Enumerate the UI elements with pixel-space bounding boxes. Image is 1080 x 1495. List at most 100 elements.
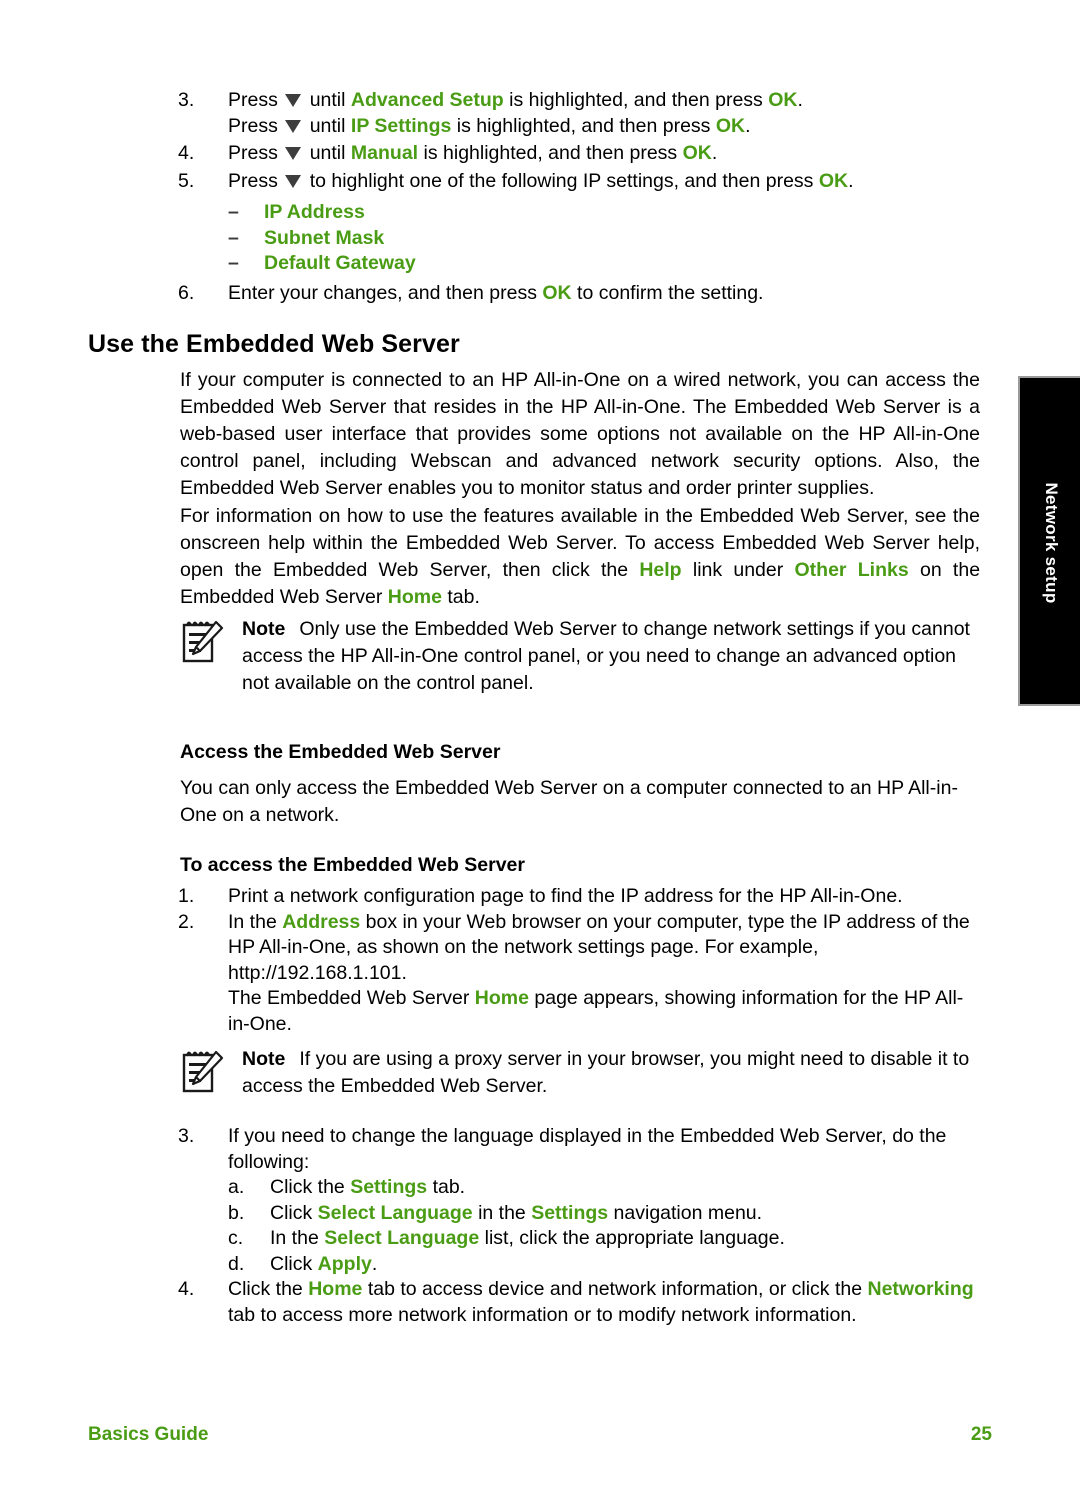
document-page: 3. Press until Advanced Setup is highlig… bbox=[0, 0, 1080, 1495]
step-number: 3. bbox=[178, 1125, 195, 1147]
button-ok: OK bbox=[542, 281, 572, 304]
list-item: – Default Gateway bbox=[228, 251, 978, 277]
footer-page-number: 25 bbox=[970, 1424, 992, 1445]
link-help: Help bbox=[639, 559, 682, 581]
step-number: 4. bbox=[178, 1278, 195, 1300]
section-other-links: Other Links bbox=[794, 559, 909, 581]
step-text-part: to highlight one of the following IP set… bbox=[309, 169, 814, 192]
step-text: Press until Advanced Setup is highlighte… bbox=[228, 88, 978, 114]
step-text-part: . bbox=[797, 89, 803, 111]
step-text-part: Press bbox=[228, 114, 278, 137]
field-address: Address bbox=[282, 910, 361, 933]
menu-item-advanced-setup: Advanced Setup bbox=[350, 89, 504, 111]
step-text-part: Click the bbox=[228, 1278, 303, 1300]
step-number: 5. bbox=[178, 169, 195, 192]
note-body-text: If you are using a proxy server in your … bbox=[242, 1048, 970, 1097]
sub-step-letter: c. bbox=[228, 1227, 244, 1249]
note-text: Note If you are using a proxy server in y… bbox=[242, 1046, 980, 1100]
step-text: Print a network configuration page to fi… bbox=[228, 885, 903, 907]
numbered-steps-access: 1. Print a network configuration page to… bbox=[178, 884, 978, 1037]
step-text-part: Press bbox=[228, 89, 278, 111]
step-text-part: to confirm the setting. bbox=[577, 281, 764, 304]
step-number: 6. bbox=[178, 281, 195, 304]
step-text-part: tab to access more network information o… bbox=[228, 1303, 857, 1326]
button-ok: OK bbox=[768, 89, 798, 111]
note-pad-pencil-icon bbox=[180, 616, 242, 673]
step-continuation: The Embedded Web Server Home page appear… bbox=[228, 986, 978, 1037]
step-text-part: . bbox=[848, 169, 854, 192]
step-text-part: is highlighted, and then press bbox=[509, 89, 763, 111]
list-item: 5. Press to highlight one of the followi… bbox=[178, 169, 978, 195]
step-text-part: . bbox=[711, 142, 718, 164]
sub-step-letter: a. bbox=[228, 1176, 245, 1198]
tab-settings: Settings bbox=[350, 1176, 428, 1198]
step-text-part: Press bbox=[228, 142, 278, 164]
step-text-part: tab to access device and network informa… bbox=[367, 1278, 863, 1300]
step-text: If you need to change the language displ… bbox=[228, 1125, 947, 1173]
button-ok: OK bbox=[818, 169, 849, 192]
side-tab-network-setup: Network setup bbox=[1018, 376, 1080, 706]
list-item: 4. Click the Home tab to access device a… bbox=[178, 1277, 978, 1328]
page-title: Use the Embedded Web Server bbox=[88, 330, 460, 358]
sub-step-text: Click the Settings tab. bbox=[270, 1175, 465, 1201]
button-apply: Apply bbox=[317, 1252, 372, 1275]
page-footer: Basics Guide 25 bbox=[88, 1424, 992, 1446]
option-ip-address: IP Address bbox=[264, 201, 365, 223]
step-text-part: is highlighted, and then press bbox=[456, 114, 711, 137]
step-text-part: In the bbox=[270, 1227, 319, 1249]
step-number: 2. bbox=[178, 910, 195, 933]
lettered-sub-steps: a. Click the Settings tab. b. Click Sele… bbox=[228, 1175, 978, 1277]
option-default-gateway: Default Gateway bbox=[264, 252, 416, 274]
step-number: 4. bbox=[178, 142, 195, 164]
step-text-part: in the bbox=[478, 1201, 526, 1224]
list-item: – Subnet Mask bbox=[228, 226, 978, 252]
sub-step-text: Click Apply. bbox=[270, 1252, 377, 1278]
footer-guide-title: Basics Guide bbox=[88, 1424, 209, 1445]
menu-item-manual: Manual bbox=[350, 142, 419, 164]
note-label: Note bbox=[242, 618, 286, 640]
step-text: In the Address box in your Web browser o… bbox=[228, 910, 978, 987]
step-text: Press until Manual is highlighted, and t… bbox=[228, 141, 978, 167]
step-text-part: Click bbox=[270, 1201, 313, 1224]
step-text-part: . bbox=[745, 114, 751, 137]
step-text-part: Enter your changes, and then press bbox=[228, 281, 537, 304]
tab-home: Home bbox=[474, 987, 529, 1009]
option-subnet-mask: Subnet Mask bbox=[264, 226, 385, 249]
sub-step-letter: b. bbox=[228, 1201, 245, 1224]
intro-paragraph: If your computer is connected to an HP A… bbox=[180, 369, 980, 499]
dash-bullet: – bbox=[228, 226, 239, 249]
list-item: d. Click Apply. bbox=[228, 1252, 978, 1278]
step-text-part: until bbox=[309, 114, 346, 137]
list-select-language: Select Language bbox=[324, 1227, 480, 1249]
subsection-heading-access: Access the Embedded Web Server bbox=[180, 741, 501, 763]
note-pad-pencil-icon bbox=[180, 1046, 242, 1103]
down-arrow-icon bbox=[285, 119, 302, 133]
step-text-part: The Embedded Web Server bbox=[228, 987, 470, 1009]
down-arrow-icon bbox=[285, 147, 302, 160]
note-label: Note bbox=[242, 1048, 286, 1070]
note-body-text: Only use the Embedded Web Server to chan… bbox=[242, 618, 970, 694]
step-number: 3. bbox=[178, 89, 195, 111]
access-paragraph: You can only access the Embedded Web Ser… bbox=[180, 777, 958, 826]
numbered-steps-ip-settings: 3. Press until Advanced Setup is highlig… bbox=[178, 88, 978, 306]
list-item: 3. If you need to change the language di… bbox=[178, 1124, 978, 1175]
tab-networking: Networking bbox=[867, 1278, 974, 1300]
step-text: Enter your changes, and then press OK to… bbox=[228, 281, 978, 307]
step-text-part: until bbox=[309, 89, 346, 111]
paragraph-part: link under bbox=[692, 559, 784, 581]
list-item: a. Click the Settings tab. bbox=[228, 1175, 978, 1201]
step-text-part: Press bbox=[228, 169, 278, 192]
list-item: c. In the Select Language list, click th… bbox=[228, 1226, 978, 1252]
down-arrow-icon bbox=[285, 94, 302, 107]
sub-step-text: In the Select Language list, click the a… bbox=[270, 1226, 785, 1252]
menu-item-select-language: Select Language bbox=[317, 1201, 473, 1224]
paragraph-part: tab. bbox=[447, 586, 480, 608]
menu-settings: Settings bbox=[531, 1201, 609, 1224]
procedure-heading: To access the Embedded Web Server bbox=[180, 854, 525, 876]
note-block-1: Note Only use the Embedded Web Server to … bbox=[180, 616, 980, 697]
step-text-part: Click bbox=[270, 1252, 313, 1275]
side-tab-label: Network setup bbox=[1042, 482, 1061, 604]
step-text-part: is highlighted, and then press bbox=[423, 142, 678, 164]
button-ok: OK bbox=[682, 142, 712, 164]
step-text: Click the Home tab to access device and … bbox=[228, 1277, 978, 1328]
